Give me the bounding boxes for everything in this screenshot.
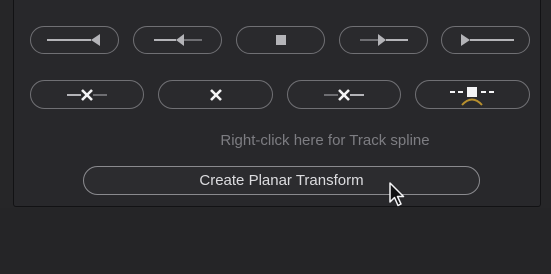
clear-before-icon	[64, 88, 110, 102]
step-reverse-icon	[148, 33, 208, 47]
lower-empty-area	[0, 208, 551, 274]
stop-icon	[274, 33, 288, 47]
clear-keyframes-before-button[interactable]	[30, 80, 144, 109]
step-reverse-button[interactable]	[133, 26, 222, 54]
step-forward-button[interactable]	[339, 26, 428, 54]
clear-icon	[209, 88, 223, 102]
create-planar-transform-button[interactable]: Create Planar Transform	[83, 166, 480, 195]
create-planar-transform-label: Create Planar Transform	[199, 172, 364, 189]
track-reverse-icon	[45, 33, 105, 47]
clear-after-icon	[321, 88, 367, 102]
track-spline-hint[interactable]: Right-click here for Track spline	[180, 132, 470, 149]
track-reverse-button[interactable]	[30, 26, 119, 54]
track-forward-icon	[456, 33, 516, 47]
clear-keyframes-after-button[interactable]	[287, 80, 401, 109]
step-forward-icon	[354, 33, 414, 47]
track-forward-button[interactable]	[441, 26, 530, 54]
mouse-cursor-icon	[388, 182, 406, 208]
clear-keyframe-button[interactable]	[158, 80, 273, 109]
stop-button[interactable]	[236, 26, 325, 54]
keyframe-spline-icon	[446, 84, 500, 106]
keyframe-spline-button[interactable]	[415, 80, 530, 109]
